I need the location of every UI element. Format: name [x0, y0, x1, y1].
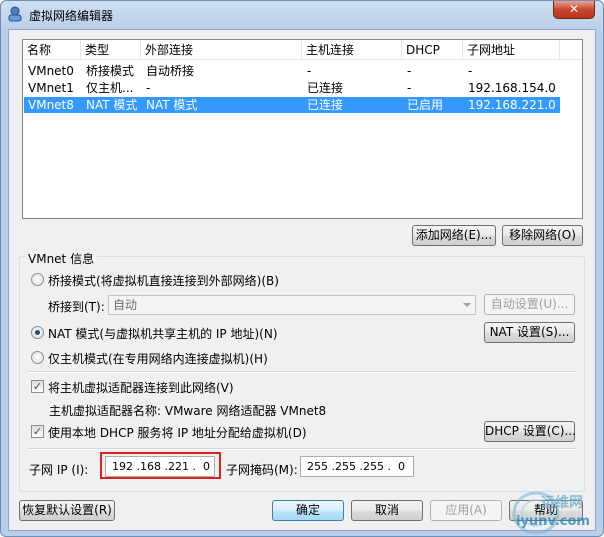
cell-dhcp: -	[407, 81, 412, 95]
add-network-button[interactable]: 添加网络(E)...	[412, 225, 496, 246]
remove-network-button[interactable]: 移除网络(O)	[502, 225, 583, 246]
connect-adapter-label[interactable]: 将主机虚拟适配器连接到此网络(V)	[48, 379, 234, 396]
column-header-host[interactable]: 主机连接	[302, 40, 402, 60]
bridge-to-select[interactable]: 自动	[108, 295, 476, 315]
adapter-name-text: 主机虚拟适配器名称: VMware 网络适配器 VMnet8	[49, 404, 327, 418]
divider	[27, 448, 577, 450]
column-header-type[interactable]: 类型	[81, 40, 141, 60]
nat-settings-button[interactable]: NAT 设置(S)...	[484, 322, 575, 343]
column-header-name[interactable]: 名称	[23, 40, 81, 60]
host-only-mode-radio[interactable]	[31, 351, 44, 364]
network-list[interactable]: 名称 类型 外部连接 主机连接 DHCP 子网地址 VMnet0 桥接模式 自动…	[22, 39, 583, 219]
cell-external: -	[146, 81, 151, 95]
watermark-url: iyunv.com	[516, 514, 590, 529]
list-header: 名称 类型 外部连接 主机连接 DHCP 子网地址	[23, 40, 582, 60]
table-row[interactable]: VMnet0 桥接模式 自动桥接 - - -	[24, 63, 560, 79]
cell-subnet: 192.168.221.0	[468, 98, 556, 112]
bridge-mode-label[interactable]: 桥接模式(将虚拟机直接连接到外部网络)(B)	[48, 272, 279, 289]
ok-button[interactable]: 确定	[272, 500, 344, 521]
cell-host: 已连接	[307, 81, 344, 95]
use-dhcp-checkbox[interactable]: ✓	[31, 425, 44, 438]
divider	[27, 371, 577, 373]
window-title: 虚拟网络编辑器	[29, 9, 114, 23]
cell-dhcp: 已启用	[407, 98, 444, 112]
cell-subnet: 192.168.154.0	[468, 81, 556, 95]
host-only-mode-label[interactable]: 仅主机模式(在专用网络内连接虚拟机)(H)	[48, 350, 268, 367]
watermark-text: 运维网	[541, 495, 583, 511]
vmnet-info-label: VMnet 信息	[25, 250, 98, 267]
subnet-ip-label: 子网 IP (I):	[29, 463, 89, 477]
close-icon: ✕	[568, 2, 580, 16]
subnet-ip-input[interactable]: 192 .168 .221 . 0	[105, 456, 215, 477]
cell-external: NAT 模式	[146, 98, 198, 112]
title-bar[interactable]: 虚拟网络编辑器 ✕	[1, 1, 603, 29]
use-dhcp-label[interactable]: 使用本地 DHCP 服务将 IP 地址分配给虚拟机(D)	[48, 424, 307, 441]
chevron-down-icon	[463, 303, 471, 307]
nat-mode-label[interactable]: NAT 模式(与虚拟机共享主机的 IP 地址)(N)	[48, 325, 278, 342]
cell-type: 仅主机...	[86, 81, 134, 95]
cell-name: VMnet8	[28, 98, 74, 112]
column-header-external[interactable]: 外部连接	[141, 40, 302, 60]
cancel-button[interactable]: 取消	[351, 500, 423, 521]
subnet-mask-input[interactable]: 255 .255 .255 . 0	[300, 456, 414, 477]
nat-mode-radio[interactable]	[31, 326, 44, 339]
dialog-body: 名称 类型 外部连接 主机连接 DHCP 子网地址 VMnet0 桥接模式 自动…	[8, 29, 596, 531]
auto-settings-button[interactable]: 自动设置(U)...	[484, 294, 575, 315]
apply-button[interactable]: 应用(A)	[430, 500, 502, 521]
table-row[interactable]: VMnet1 仅主机... - 已连接 - 192.168.154.0	[24, 80, 560, 96]
connect-adapter-checkbox[interactable]: ✓	[31, 380, 44, 393]
cell-subnet: -	[468, 64, 473, 78]
cell-name: VMnet1	[28, 81, 74, 95]
subnet-mask-label: 子网掩码(M):	[226, 463, 298, 477]
bridge-to-value: 自动	[113, 298, 138, 312]
cell-dhcp: -	[407, 64, 412, 78]
cell-external: 自动桥接	[146, 64, 195, 78]
cell-type: NAT 模式	[86, 98, 138, 112]
cell-name: VMnet0	[28, 64, 74, 78]
close-button[interactable]: ✕	[553, 1, 595, 19]
dhcp-settings-button[interactable]: DHCP 设置(C)...	[484, 421, 576, 442]
bridge-mode-radio[interactable]	[31, 273, 44, 286]
cell-host: -	[307, 64, 312, 78]
cell-type: 桥接模式	[86, 64, 135, 78]
bridge-to-label: 桥接到(T):	[48, 300, 105, 314]
restore-defaults-button[interactable]: 恢复默认设置(R)	[19, 500, 115, 521]
column-header-subnet[interactable]: 子网地址	[463, 40, 560, 60]
cell-host: 已连接	[307, 98, 344, 112]
table-row-selected[interactable]: VMnet8 NAT 模式 NAT 模式 已连接 已启用 192.168.221…	[24, 97, 560, 113]
virtual-network-editor-window: 虚拟网络编辑器 ✕ 名称 类型 外部连接 主机连接 DHCP 子网地址 VMne…	[0, 0, 604, 537]
network-app-icon	[7, 6, 23, 22]
column-header-dhcp[interactable]: DHCP	[402, 40, 463, 60]
